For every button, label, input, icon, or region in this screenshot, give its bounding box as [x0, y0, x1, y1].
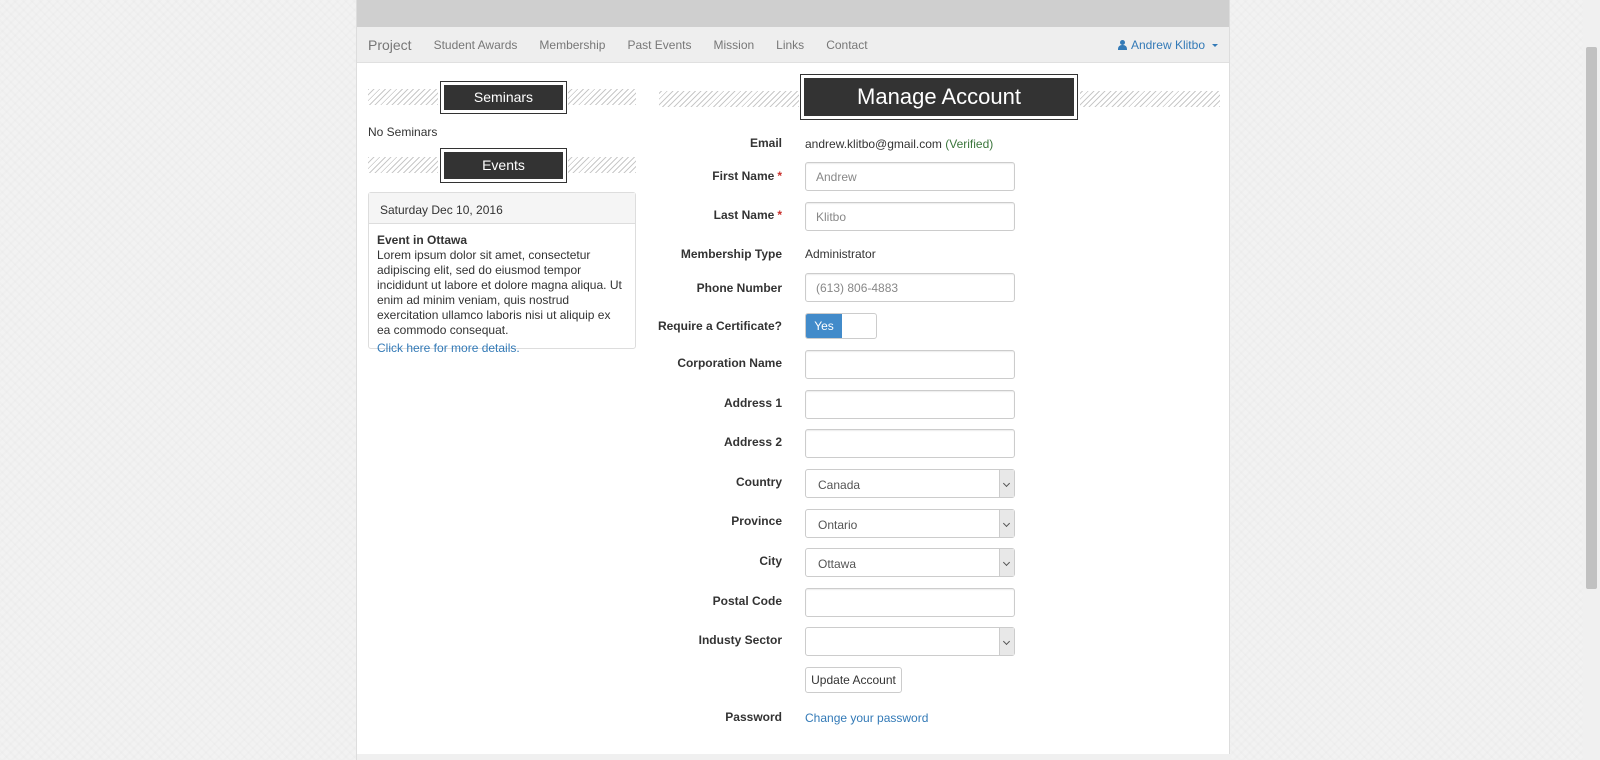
- province-select[interactable]: Ontario: [805, 509, 1015, 538]
- city-selected-value: Ottawa: [818, 557, 857, 571]
- email-row: Email andrew.klitbo@gmail.com (Verified): [357, 134, 1231, 164]
- top-bar: [357, 0, 1229, 27]
- certificate-toggle[interactable]: Yes: [805, 313, 877, 339]
- corporation-label: Corporation Name: [677, 356, 782, 370]
- change-password-link[interactable]: Change your password: [805, 711, 928, 725]
- chevron-down-icon: [999, 549, 1014, 576]
- chevron-down-icon: [999, 470, 1014, 497]
- corporation-field[interactable]: [805, 350, 1015, 379]
- postal-code-row: Postal Code: [357, 588, 1231, 618]
- hatch-decoration: [568, 89, 636, 105]
- footer-strip: [357, 754, 1231, 760]
- city-row: City Ottawa: [357, 548, 1231, 578]
- chevron-down-icon: [999, 510, 1014, 537]
- seminars-header: Seminars: [368, 81, 636, 114]
- country-selected-value: Canada: [818, 478, 861, 492]
- address2-row: Address 2: [357, 429, 1231, 459]
- hatch-decoration: [368, 89, 438, 105]
- scrollbar[interactable]: [1583, 0, 1600, 760]
- nav-links[interactable]: Links: [776, 38, 804, 52]
- postal-code-label: Postal Code: [712, 594, 782, 608]
- update-account-button[interactable]: Update Account: [805, 667, 902, 693]
- province-label: Province: [731, 514, 782, 528]
- address1-label: Address 1: [723, 396, 782, 410]
- required-asterisk: *: [777, 169, 782, 183]
- page-container: Project Student Awards Membership Past E…: [356, 0, 1231, 760]
- hatch-decoration: [1080, 91, 1220, 107]
- last-name-row: Last Name *: [357, 202, 1231, 232]
- navbar: Project Student Awards Membership Past E…: [357, 27, 1229, 63]
- nav-mission[interactable]: Mission: [713, 38, 754, 52]
- city-label: City: [759, 554, 782, 568]
- chevron-down-icon: [1212, 43, 1218, 47]
- industry-row: Industy Sector: [357, 627, 1231, 657]
- update-row: Update Account: [357, 667, 1231, 697]
- scrollbar-thumb[interactable]: [1586, 47, 1597, 589]
- verified-badge: (Verified): [945, 137, 994, 151]
- seminars-title: Seminars: [440, 81, 567, 114]
- hatch-decoration: [659, 91, 799, 107]
- postal-code-field[interactable]: [805, 588, 1015, 617]
- brand-link[interactable]: Project: [368, 37, 412, 53]
- membership-row: Membership Type Administrator: [357, 244, 1231, 274]
- address2-field[interactable]: [805, 429, 1015, 458]
- phone-row: Phone Number: [357, 273, 1231, 303]
- nav-contact[interactable]: Contact: [826, 38, 867, 52]
- first-name-field[interactable]: [805, 162, 1015, 191]
- first-name-label-text: First Name: [712, 169, 775, 183]
- industry-sector-label: Industy Sector: [698, 633, 782, 647]
- phone-label: Phone Number: [696, 281, 782, 295]
- nav-membership[interactable]: Membership: [539, 38, 605, 52]
- email-value: andrew.klitbo@gmail.com (Verified): [805, 137, 993, 151]
- membership-type-value: Administrator: [805, 247, 876, 261]
- province-selected-value: Ontario: [818, 518, 858, 532]
- address1-field[interactable]: [805, 390, 1015, 419]
- first-name-label: First Name *: [712, 169, 782, 183]
- province-row: Province Ontario: [357, 509, 1231, 539]
- membership-type-label: Membership Type: [680, 247, 782, 261]
- certificate-row: Require a Certificate? Yes: [357, 313, 1231, 343]
- country-label: Country: [736, 475, 782, 489]
- toggle-yes: Yes: [806, 314, 842, 338]
- last-name-label-text: Last Name: [713, 208, 775, 222]
- last-name-field[interactable]: [805, 202, 1015, 231]
- first-name-row: First Name *: [357, 162, 1231, 192]
- corporation-row: Corporation Name: [357, 350, 1231, 380]
- manage-account-header: Manage Account: [659, 74, 1220, 120]
- email-label: Email: [749, 136, 782, 150]
- user-icon: [1117, 40, 1127, 50]
- address1-row: Address 1: [357, 390, 1231, 420]
- city-select[interactable]: Ottawa: [805, 548, 1015, 577]
- nav-student-awards[interactable]: Student Awards: [434, 38, 518, 52]
- user-menu[interactable]: Andrew Klitbo: [1117, 38, 1218, 52]
- phone-field[interactable]: [805, 273, 1015, 302]
- password-row: Password Change your password: [357, 710, 1231, 740]
- required-asterisk: *: [777, 208, 782, 222]
- address2-label: Address 2: [723, 435, 782, 449]
- user-name: Andrew Klitbo: [1130, 38, 1205, 52]
- chevron-down-icon: [999, 628, 1014, 655]
- industry-sector-select[interactable]: [805, 627, 1015, 656]
- certificate-label: Require a Certificate?: [657, 319, 782, 333]
- nav-past-events[interactable]: Past Events: [627, 38, 691, 52]
- password-label: Password: [725, 710, 782, 724]
- last-name-label: Last Name *: [714, 208, 782, 222]
- page-title: Manage Account: [800, 74, 1078, 120]
- country-row: Country Canada: [357, 469, 1231, 499]
- email-address: andrew.klitbo@gmail.com: [805, 137, 942, 151]
- country-select[interactable]: Canada: [805, 469, 1015, 498]
